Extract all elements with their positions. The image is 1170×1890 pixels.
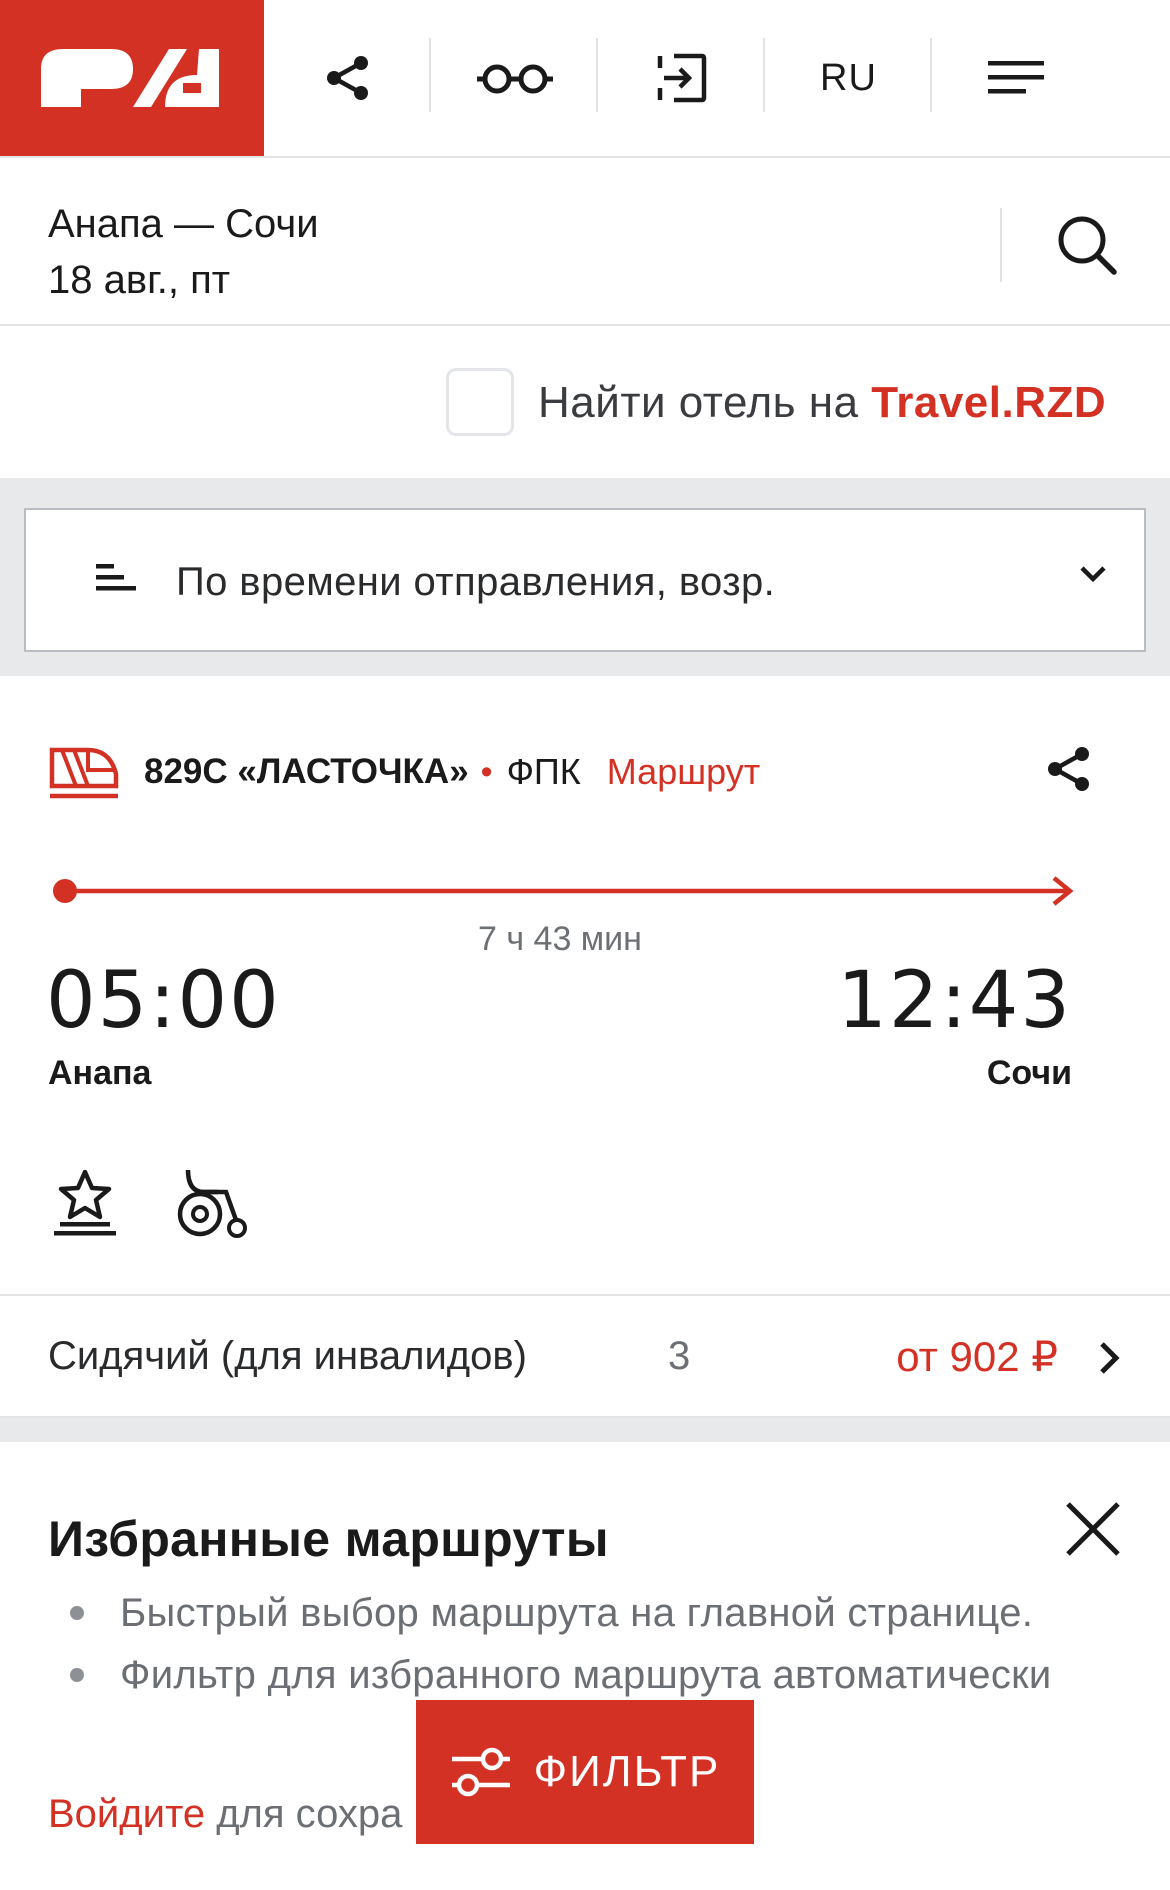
search-divider xyxy=(1000,208,1002,282)
share-icon xyxy=(1048,747,1089,791)
search-route-info: Анапа — Сочи 18 авг., пт xyxy=(48,196,319,308)
journey-timeline xyxy=(53,876,1074,906)
departure-time: 05:00 xyxy=(46,956,281,1046)
find-hotel-text: Найти отель на xyxy=(538,378,872,427)
favorites-benefit-item: Фильтр для избранного маршрута автоматич… xyxy=(48,1644,1128,1706)
favorites-login-text: для сохра xyxy=(205,1792,403,1836)
page: RU Анапа — Сочи 18 авг., пт Найти отель … xyxy=(0,0,1170,1890)
search-summary[interactable]: Анапа — Сочи 18 авг., пт xyxy=(0,158,1170,326)
search-icon xyxy=(1058,216,1117,275)
share-button[interactable] xyxy=(264,0,431,156)
find-hotel-row: Найти отель на Travel.RZD xyxy=(0,326,1170,478)
train-card[interactable]: 829С «ЛАСТОЧКА» • ФПК Маршрут 7 ч 43 мин… xyxy=(0,676,1170,1418)
login-icon xyxy=(657,53,706,103)
accessibility-glasses-button[interactable] xyxy=(431,0,598,156)
sort-ascending-icon xyxy=(96,564,136,591)
login-button[interactable] xyxy=(598,0,765,156)
filter-button-label: ФИЛЬТР xyxy=(533,1747,721,1796)
header-toolbar: RU xyxy=(264,0,1170,156)
train-header: 829С «ЛАСТОЧКА» • ФПК Маршрут xyxy=(48,742,760,802)
train-icon xyxy=(49,747,119,799)
seat-price: от 902 ₽ xyxy=(896,1333,1058,1380)
language-switch[interactable]: RU xyxy=(765,0,932,156)
favorites-title: Избранные маршруты xyxy=(48,1511,609,1567)
chevron-down-icon xyxy=(1080,566,1106,583)
seat-available-count: 3 xyxy=(668,1334,691,1378)
language-label: RU xyxy=(820,56,877,99)
filter-sliders-icon xyxy=(451,1747,510,1797)
filter-button[interactable]: ФИЛЬТР xyxy=(416,1700,754,1844)
rating-star-icon[interactable] xyxy=(48,1166,122,1240)
menu-button[interactable] xyxy=(932,0,1099,156)
train-carrier: ФПК xyxy=(506,751,581,792)
close-icon xyxy=(1066,1502,1120,1556)
arrival-time: 12:43 xyxy=(837,956,1072,1046)
rzd-logo-mark xyxy=(41,49,219,107)
wheelchair-icon-graphic xyxy=(177,1169,247,1238)
route-title: Анапа — Сочи xyxy=(48,202,319,246)
seat-class-type: Сидячий (для инвалидов) xyxy=(48,1334,527,1378)
rating-star-icon-graphic xyxy=(54,1169,116,1236)
glasses-icon xyxy=(476,64,553,94)
trip-duration: 7 ч 43 мин xyxy=(478,920,642,958)
train-share-button[interactable] xyxy=(1046,746,1092,797)
favorites-benefit-item: Быстрый выбор маршрута на главной страни… xyxy=(48,1582,1128,1644)
hamburger-menu-icon xyxy=(987,61,1044,94)
rzd-logo[interactable] xyxy=(0,0,264,156)
wheelchair-icon[interactable] xyxy=(174,1166,248,1240)
separator-dot: • xyxy=(480,752,493,791)
seat-class-row[interactable]: Сидячий (для инвалидов) 3 от 902 ₽ xyxy=(0,1294,1170,1418)
find-hotel-checkbox[interactable] xyxy=(446,368,514,436)
travel-rzd-brand: Travel.RZD xyxy=(871,378,1107,427)
train-features xyxy=(48,1166,248,1240)
favorites-close-button[interactable] xyxy=(1064,1500,1122,1563)
favorites-benefits-list: Быстрый выбор маршрута на главной страни… xyxy=(48,1582,1128,1706)
search-button[interactable] xyxy=(1050,208,1124,282)
train-route-link[interactable]: Маршрут xyxy=(607,751,760,793)
chevron-right-icon xyxy=(1100,1342,1120,1374)
sort-section: По времени отправления, возр. xyxy=(0,478,1170,676)
find-hotel-label[interactable]: Найти отель на Travel.RZD xyxy=(538,378,1106,428)
route-date: 18 авг., пт xyxy=(48,258,231,302)
train-number-name: 829С «ЛАСТОЧКА» xyxy=(144,752,469,791)
top-header: RU xyxy=(0,0,1170,158)
arrival-station: Сочи xyxy=(986,1054,1072,1092)
sort-selected-value: По времени отправления, возр. xyxy=(176,560,776,604)
share-icon xyxy=(326,56,368,100)
departure-station: Анапа xyxy=(48,1054,152,1092)
sort-select[interactable]: По времени отправления, возр. xyxy=(24,508,1146,652)
favorites-login-link[interactable]: Войдите xyxy=(48,1792,205,1836)
